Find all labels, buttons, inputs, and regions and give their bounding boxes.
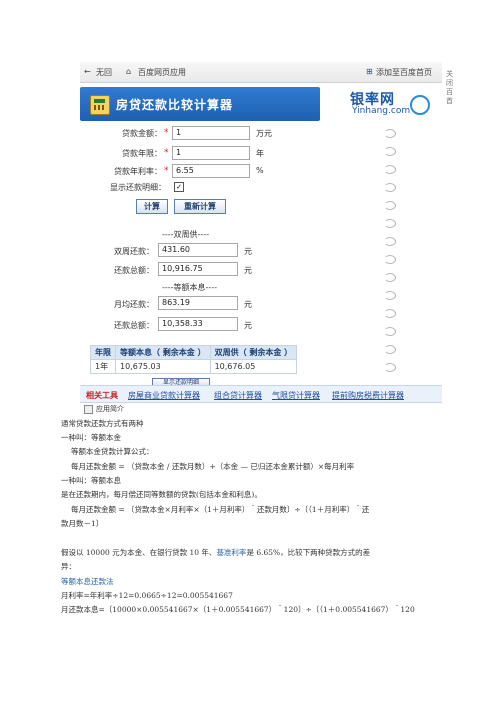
article-line: 等额本金贷款计算公式： xyxy=(71,447,154,456)
related-link-limit[interactable]: 气限贷计算器 xyxy=(272,390,320,401)
text-span: 是 6.65%，比较下两种贷款方式的差 xyxy=(246,548,371,557)
loan-years-input[interactable]: 1 xyxy=(172,146,250,160)
binding-ring xyxy=(384,183,396,192)
binding-ring xyxy=(384,327,396,336)
binding-ring xyxy=(384,237,396,246)
browser-toolbar: ← 无回 ⌂ 百度网页应用 ⊞ 添加至百度首页 xyxy=(80,62,442,83)
article-line: 一种叫：等额本息 xyxy=(61,476,121,485)
table-header: 年限 xyxy=(90,345,116,360)
table-cell: 1年 xyxy=(90,359,116,374)
article-line: 每月还款金额 = 〔贷款本金×月利率×（1＋月利率）＾还款月数〕÷〔（1＋月利率… xyxy=(71,505,370,514)
repayment-table: 年限 等额本息（ 剩余本金 ） 双周供（ 剩余本金 ） 1年 10,675.03… xyxy=(90,345,298,374)
related-tools-bar: 相关工具 房屋商业贷款计算器 组合贷计算器 气限贷计算器 提前购房税费计算器 xyxy=(80,385,442,403)
add-icon[interactable]: ⊞ xyxy=(366,67,373,76)
binding-ring xyxy=(384,201,396,210)
article-line: 通常贷款还款方式有两种 xyxy=(61,419,144,428)
biweekly-total-value: 10,916.75 xyxy=(158,262,238,276)
intro-header: 应用简介 xyxy=(80,404,442,415)
yinhang-logo[interactable]: 银率网 Yinhang.com xyxy=(350,89,438,119)
binding-ring xyxy=(384,165,396,174)
logo-domain: Yinhang.com xyxy=(352,106,411,116)
rate-label: 贷款年利率： xyxy=(114,167,162,176)
article-line: 异： xyxy=(61,562,76,571)
monthly-payment-label: 月均还款： xyxy=(114,300,154,309)
amount-label: 贷款金额： xyxy=(122,129,162,138)
calculator-header: 房贷还款比较计算器 银率网 Yinhang.com xyxy=(80,83,442,125)
table-cell: 10,676.05 xyxy=(209,359,298,374)
binding-ring xyxy=(384,273,396,282)
table-header: 等额本息（ 剩余本金 ） xyxy=(115,345,211,360)
table-header: 双周供（ 剩余本金 ） xyxy=(209,345,298,360)
article-line: 是在还款期内，每月偿还同等数额的贷款(包括本金和利息)。 xyxy=(61,490,262,499)
yuan-unit: 元 xyxy=(244,266,252,275)
logo-chart-icon xyxy=(410,95,430,115)
binding-ring xyxy=(384,147,396,156)
article-line: 一种叫：等额本金 xyxy=(61,433,121,442)
article-line: 等额本息还款法 xyxy=(61,577,114,586)
article-line: 假设以 10000 元为本金、在银行贷款 10 年、基准利率是 6.65%，比较… xyxy=(61,547,370,558)
binding-ring xyxy=(384,363,396,372)
years-unit: 年 xyxy=(256,149,264,158)
back-icon[interactable]: ← xyxy=(84,67,91,76)
yuan-unit: 元 xyxy=(244,247,252,256)
binding-ring xyxy=(384,345,396,354)
amount-unit: 万元 xyxy=(256,129,272,138)
table-row: 1年 10,675.03 10,676.05 xyxy=(90,359,298,374)
required-mark: * xyxy=(164,148,169,158)
calculator-form: 贷款金额： * 1 万元 贷款年限： * 1 年 贷款年利率： * 6.55 %… xyxy=(80,123,442,387)
calculate-button[interactable]: 计算 xyxy=(136,199,168,214)
home-icon[interactable]: ⌂ xyxy=(126,67,131,76)
page-title: 房贷还款比较计算器 xyxy=(116,98,234,112)
table-header-row: 年限 等额本息（ 剩余本金 ） 双周供（ 剩余本金 ） xyxy=(90,345,298,360)
article-line: 每月还款金额 = （贷款本金 / 还款月数）+（本金 — 已归还本金累计额）×每… xyxy=(71,462,355,471)
article-line: 款月数－1〕 xyxy=(61,519,104,528)
related-tools-title: 相关工具 xyxy=(86,391,118,400)
rate-unit: % xyxy=(256,166,264,175)
binding-ring xyxy=(384,219,396,228)
binding-ring xyxy=(384,291,396,300)
benchmark-rate-link[interactable]: 基准利率 xyxy=(216,548,246,557)
related-link-commercial[interactable]: 房屋商业贷款计算器 xyxy=(128,390,200,401)
calculator-icon xyxy=(90,95,110,115)
required-mark: * xyxy=(164,166,169,176)
show-detail-label: 显示还款明细： xyxy=(110,183,166,192)
table-cell: 10,675.03 xyxy=(115,359,211,374)
years-label: 贷款年限： xyxy=(122,149,162,158)
article-line: 月还款本息=〔10000×0.005541667×（1＋0.005541667）… xyxy=(61,605,415,614)
reset-button[interactable]: 重新计算 xyxy=(174,199,226,214)
binding-ring xyxy=(384,129,396,138)
related-link-tax[interactable]: 提前购房税费计算器 xyxy=(332,390,404,401)
annuity-total-label: 还款总额： xyxy=(114,321,154,330)
related-link-combined[interactable]: 组合贷计算器 xyxy=(214,390,262,401)
yuan-unit: 元 xyxy=(244,321,252,330)
monthly-payment-value: 863.19 xyxy=(158,296,238,310)
loan-amount-input[interactable]: 1 xyxy=(172,126,250,140)
header-bar: 房贷还款比较计算器 xyxy=(80,87,320,121)
biweekly-total-label: 还款总额： xyxy=(114,266,154,275)
add-to-homepage-button[interactable]: 添加至百度首页 xyxy=(376,67,432,78)
annuity-total-value: 10,358.33 xyxy=(158,317,238,331)
biweekly-payment-value: 431.60 xyxy=(158,243,238,257)
biweekly-payment-label: 双周还款： xyxy=(114,247,154,256)
yuan-unit: 元 xyxy=(244,300,252,309)
show-detail-checkbox[interactable]: ✓ xyxy=(174,182,184,192)
required-mark: * xyxy=(164,128,169,138)
biweekly-section-title: ----双周供---- xyxy=(162,230,210,239)
baidu-app-link[interactable]: 百度网页应用 xyxy=(138,67,186,78)
interest-rate-input[interactable]: 6.55 xyxy=(172,164,250,178)
side-close-text[interactable]: 关闭百首 xyxy=(446,70,456,106)
intro-title: 应用简介 xyxy=(96,405,124,413)
back-button[interactable]: 无回 xyxy=(96,67,112,78)
intro-icon xyxy=(84,405,93,414)
binding-ring xyxy=(384,255,396,264)
binding-ring xyxy=(384,309,396,318)
article-line: 月利率=年利率÷12=0.0665÷12=0.005541667 xyxy=(61,591,233,600)
text-span: 假设以 10000 元为本金、在银行贷款 10 年、 xyxy=(61,548,217,557)
annuity-section-title: ----等额本息---- xyxy=(162,283,218,292)
